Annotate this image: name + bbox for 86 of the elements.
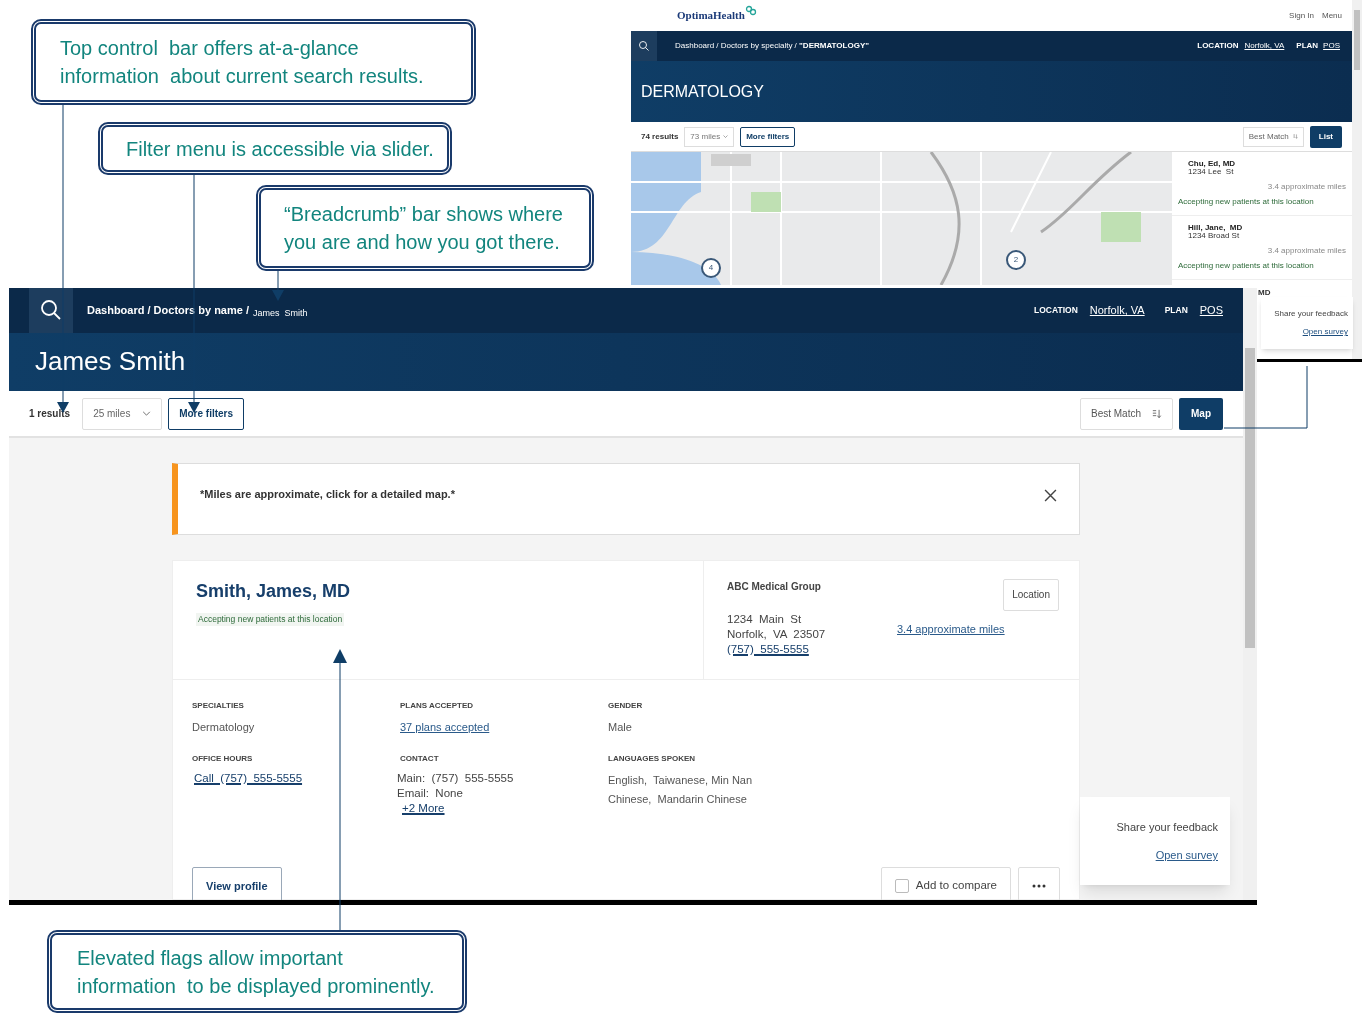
map-cluster-marker[interactable]: 2 — [1006, 250, 1026, 270]
callout-text: Filter menu is accessible via slider. — [126, 136, 435, 162]
location-button[interactable]: Location — [1003, 579, 1059, 611]
status-flag: Accepting new patients at this location — [196, 613, 345, 626]
field-value: Email: None — [397, 786, 463, 801]
map-view-button[interactable]: Map — [1179, 397, 1223, 430]
distance-text: 3.4 approximate miles — [1267, 181, 1346, 193]
feedback-text: Share your feedback — [1274, 308, 1348, 320]
callout-text: information about current search results. — [60, 64, 425, 89]
sort-dropdown[interactable]: Best Match — [1080, 397, 1173, 430]
callout-text: you are and how you got there. — [284, 230, 561, 255]
page-title: DERMATOLOGY — [641, 81, 764, 102]
list-view-button[interactable]: List — [1309, 125, 1342, 148]
breadcrumb[interactable]: Dashboard / Doctors by specialty / "DERMATOLOGY" — [675, 40, 870, 52]
sort-icon — [1152, 408, 1162, 419]
breadcrumb-current: James Smith — [253, 306, 308, 320]
field-value: Male — [608, 720, 632, 735]
plan-label: PLAN — [1296, 40, 1319, 52]
phone-link[interactable]: Call (757) 555-5555 — [194, 771, 303, 786]
field-value: English, Taiwanese, Min Nan — [608, 773, 753, 788]
distance-dropdown[interactable]: 73 miles — [684, 126, 735, 147]
survey-link[interactable]: Open survey — [1302, 326, 1348, 338]
address-line: 1234 Main St — [727, 612, 803, 627]
scrollbar[interactable] — [1243, 288, 1257, 900]
field-value: Chinese, Mandarin Chinese — [608, 792, 747, 807]
field-link[interactable]: 37 plans accepted — [400, 718, 490, 737]
caret-icon — [723, 135, 729, 138]
alert-text: *Miles are approximate, click for a detailed map.* — [200, 487, 455, 502]
doctor-name[interactable]: Smith, James, MD — [196, 578, 351, 605]
plan-link[interactable]: POS — [1323, 40, 1340, 52]
more-filters-button[interactable]: More filters — [168, 397, 245, 430]
distance-text: 3.4 approximate miles — [1267, 245, 1346, 257]
compare-checkbox[interactable]: Add to compare — [880, 867, 1011, 900]
phone-link[interactable]: +2 More — [402, 801, 445, 816]
distance-link[interactable]: 3.4 approximate miles — [897, 621, 1005, 638]
location-label: LOCATION — [1034, 304, 1078, 317]
sort-dropdown[interactable]: Best Match — [1242, 126, 1304, 147]
doctor-address: 1234 Broad St — [1187, 232, 1241, 240]
doctor-name[interactable]: MD — [1258, 287, 1271, 299]
field-label: CONTACT — [400, 753, 439, 765]
logo-text[interactable]: OptimaHealth — [677, 7, 745, 24]
address-line: Norfolk, VA 23507 — [727, 627, 827, 642]
header-link[interactable]: Menu — [1322, 9, 1342, 22]
field-label: OFFICE HOURS — [192, 753, 253, 765]
logo-icon — [744, 5, 757, 18]
map[interactable]: 4 2 — [631, 152, 1172, 285]
scrollbar[interactable] — [1352, 0, 1362, 359]
results-count: 1 results — [29, 407, 71, 422]
view-profile-button[interactable]: View profile — [192, 867, 282, 900]
availability-text: Accepting new patients at this location — [1178, 260, 1315, 272]
field-value: Dermatology — [192, 720, 255, 735]
callout-text: information to be displayed prominently. — [77, 973, 436, 999]
more-filters-button[interactable]: More filters — [740, 126, 796, 147]
close-icon[interactable] — [1044, 489, 1057, 502]
plan-link[interactable]: POS — [1199, 302, 1223, 319]
field-label: SPECIALTIES — [192, 700, 244, 712]
sort-icon — [1292, 134, 1298, 139]
callout-text: Elevated flags allow important — [77, 945, 344, 971]
callout-text: “Breadcrumb” bar shows where — [284, 202, 564, 227]
location-link[interactable]: Norfolk, VA — [1244, 40, 1285, 52]
caret-icon — [142, 411, 152, 417]
field-label: GENDER — [608, 700, 643, 712]
more-icon — [1032, 884, 1046, 888]
search-icon — [638, 40, 650, 52]
map-cluster-marker[interactable]: 4 — [701, 258, 721, 278]
practice-name: ABC Medical Group — [727, 580, 822, 594]
field-label: PLANS ACCEPTED — [400, 700, 474, 712]
location-label: LOCATION — [1197, 40, 1239, 52]
callout-text: Top control bar offers at-a-glance — [60, 36, 360, 61]
header-link[interactable]: Sign In — [1289, 9, 1314, 22]
doctor-address: 1234 Lee St — [1187, 168, 1235, 176]
breadcrumb[interactable]: Dashboard / Doctors by name / — [87, 302, 249, 319]
search-button[interactable] — [29, 288, 73, 333]
phone-link[interactable]: (757) 555-5555 — [727, 642, 809, 657]
plan-label: PLAN — [1164, 304, 1188, 317]
doctor-name[interactable]: Chu, Ed, MD — [1178, 160, 1346, 168]
results-count: 74 results — [641, 130, 679, 143]
feedback-text: Share your feedback — [1116, 819, 1218, 835]
field-label: LANGUAGES SPOKEN — [608, 753, 696, 765]
doctor-name[interactable]: Hill, Jane, MD — [1178, 224, 1346, 232]
distance-dropdown[interactable]: 25 miles — [82, 397, 163, 430]
field-value: Main: (757) 555-5555 — [397, 771, 514, 786]
location-link[interactable]: Norfolk, VA — [1089, 302, 1145, 319]
survey-link[interactable]: Open survey — [1155, 847, 1218, 864]
availability-text: Accepting new patients at this location — [1178, 196, 1315, 208]
page-title: James Smith — [35, 345, 186, 379]
